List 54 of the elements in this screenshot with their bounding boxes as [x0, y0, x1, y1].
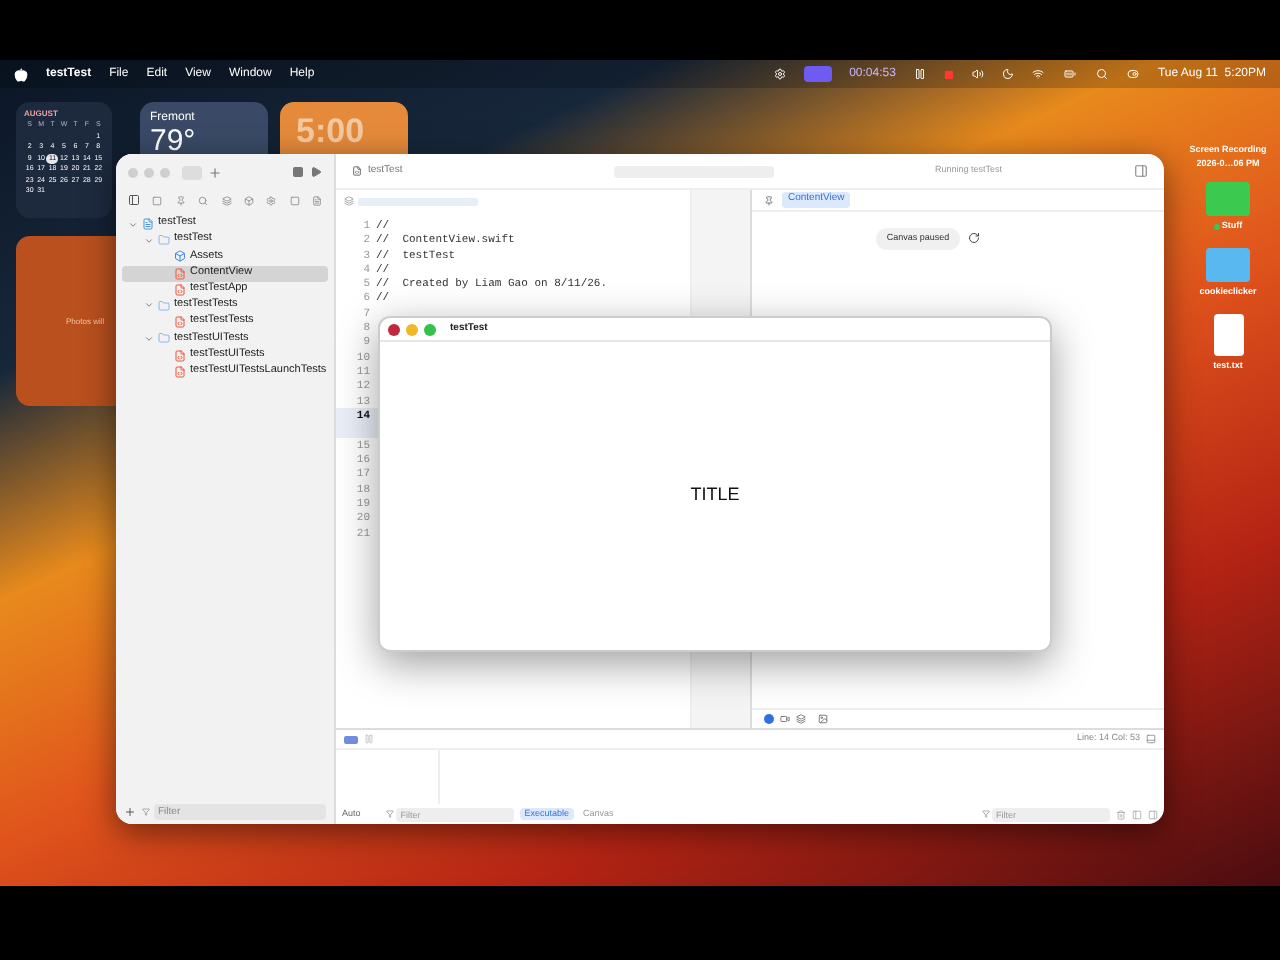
- add-icon[interactable]: [208, 165, 222, 179]
- panel-icon[interactable]: [1132, 809, 1142, 819]
- title-text: TITLE: [690, 482, 740, 509]
- document-icon[interactable]: [1213, 313, 1243, 355]
- stop-icon[interactable]: [292, 166, 304, 178]
- folder-navigator-icon[interactable]: [128, 194, 140, 206]
- panel-icon[interactable]: [1146, 734, 1156, 744]
- pause-icon[interactable]: [913, 68, 926, 80]
- report-icon[interactable]: [312, 195, 322, 205]
- battery-icon[interactable]: [1061, 68, 1078, 80]
- screen-recording-indicator[interactable]: [803, 66, 832, 82]
- zoom-button[interactable]: [160, 167, 170, 177]
- swift-file-icon: [174, 283, 186, 296]
- chevron-icon[interactable]: [144, 300, 154, 311]
- bookmark-icon[interactable]: [175, 195, 186, 205]
- live-mode-icon[interactable]: [764, 714, 774, 724]
- selectable-mode-icon[interactable]: [780, 714, 790, 724]
- control-center-icon[interactable]: [1125, 68, 1140, 80]
- zoom-button[interactable]: [424, 323, 436, 335]
- chevron-icon[interactable]: [144, 333, 154, 344]
- wifi-icon[interactable]: [1031, 68, 1044, 80]
- swift-file-icon: [174, 365, 186, 378]
- debug-toggle-icon[interactable]: [344, 735, 358, 743]
- pin-icon[interactable]: [764, 195, 774, 205]
- folder-icon[interactable]: [1206, 247, 1250, 282]
- swift-file-icon: [174, 316, 186, 329]
- folder-icon: [158, 332, 170, 345]
- minimize-button[interactable]: [406, 323, 418, 335]
- panel-icon[interactable]: [1148, 809, 1158, 819]
- inspector-toggle-icon[interactable]: [1134, 164, 1148, 178]
- file-tab-icon[interactable]: [352, 166, 362, 176]
- close-button[interactable]: [388, 323, 400, 335]
- folder-icon: [158, 234, 170, 247]
- document-icon: [142, 218, 154, 230]
- stop-icon[interactable]: [943, 69, 954, 79]
- apple-icon[interactable]: [14, 67, 28, 81]
- gear-icon[interactable]: [773, 68, 786, 80]
- clock-time: 5:00: [296, 114, 367, 148]
- moon-icon[interactable]: [1001, 68, 1014, 80]
- swift-file-icon: [174, 267, 186, 280]
- filter-icon[interactable]: [386, 810, 395, 818]
- search-icon[interactable]: [198, 195, 209, 205]
- swift-file-icon: [174, 349, 186, 361]
- filter-icon[interactable]: [982, 810, 990, 818]
- add-icon[interactable]: [124, 805, 136, 817]
- speaker-icon[interactable]: [971, 68, 984, 80]
- folder-icon: [158, 299, 170, 312]
- minimize-button[interactable]: [144, 167, 154, 177]
- run-icon[interactable]: [310, 166, 322, 178]
- trash-icon[interactable]: [1116, 809, 1126, 819]
- cube-icon: [174, 250, 186, 263]
- weather-temperature: 79°: [150, 126, 198, 156]
- refresh-icon[interactable]: [967, 232, 980, 245]
- filter-icon[interactable]: [142, 807, 150, 815]
